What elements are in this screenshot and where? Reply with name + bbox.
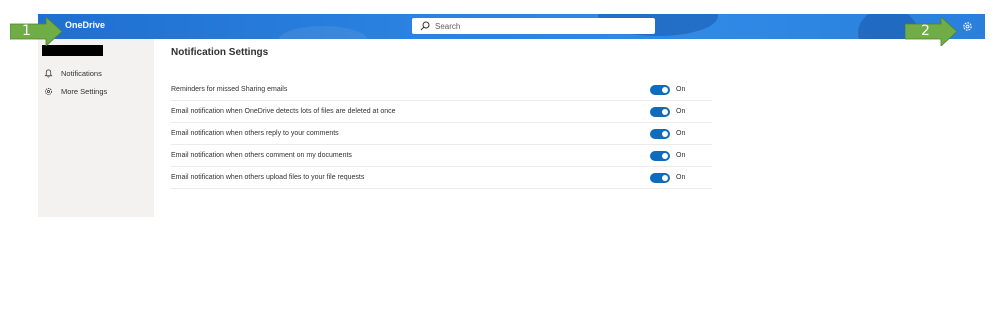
toggle-switch[interactable] [650, 107, 670, 117]
sidebar-item-more-settings[interactable]: More Settings [44, 85, 107, 97]
search-icon [420, 21, 430, 31]
page-title: Notification Settings [171, 47, 269, 58]
redacted-account-name [42, 45, 103, 56]
arrow-right-icon [904, 16, 958, 47]
settings-list: Reminders for missed Sharing emails On E… [171, 79, 712, 189]
toggle-knob [662, 153, 668, 159]
setting-label: Email notification when OneDrive detects… [171, 108, 396, 115]
toggle-knob [662, 175, 668, 181]
callout-arrow-1: 1 [9, 16, 63, 47]
callout-number: 1 [22, 23, 31, 39]
setting-row: Reminders for missed Sharing emails On [171, 79, 712, 101]
bell-icon [44, 69, 53, 77]
toggle-state: On [676, 108, 686, 115]
toggle-switch[interactable] [650, 151, 670, 161]
callout-arrow-2: 2 [904, 16, 958, 47]
search-box[interactable]: Search [412, 18, 655, 34]
app-brand[interactable]: OneDrive [65, 20, 105, 30]
banner-decoration [278, 26, 368, 39]
toggle-knob [662, 109, 668, 115]
toggle-knob [662, 87, 668, 93]
setting-label: Reminders for missed Sharing emails [171, 86, 288, 93]
setting-row: Email notification when others comment o… [171, 145, 712, 167]
callout-number: 2 [921, 23, 930, 39]
onedrive-window: OneDrive Search Notifications More Setti… [38, 14, 985, 217]
top-bar: OneDrive Search [38, 14, 985, 39]
sidebar-item-label: Notifications [61, 68, 102, 78]
toggle-knob [662, 131, 668, 137]
gear-icon [45, 87, 52, 95]
sidebar-item-label: More Settings [61, 86, 108, 96]
search-placeholder: Search [435, 21, 461, 31]
setting-label: Email notification when others reply to … [171, 130, 339, 137]
setting-row: Email notification when others upload fi… [171, 167, 712, 189]
toggle-switch[interactable] [650, 85, 670, 95]
setting-row: Email notification when others reply to … [171, 123, 712, 145]
sidebar-item-notifications[interactable]: Notifications [44, 67, 102, 79]
arrow-right-icon [9, 16, 63, 47]
toggle-state: On [676, 86, 686, 93]
toggle-switch[interactable] [650, 129, 670, 139]
setting-label: Email notification when others upload fi… [171, 174, 365, 181]
settings-sidebar: Notifications More Settings [38, 39, 154, 217]
toggle-state: On [676, 174, 686, 181]
settings-gear-icon[interactable] [962, 21, 973, 32]
toggle-state: On [676, 152, 686, 159]
screenshot-stage: OneDrive Search Notifications More Setti… [0, 0, 999, 315]
setting-row: Email notification when OneDrive detects… [171, 101, 712, 123]
toggle-state: On [676, 130, 686, 137]
toggle-switch[interactable] [650, 173, 670, 183]
setting-label: Email notification when others comment o… [171, 152, 352, 159]
